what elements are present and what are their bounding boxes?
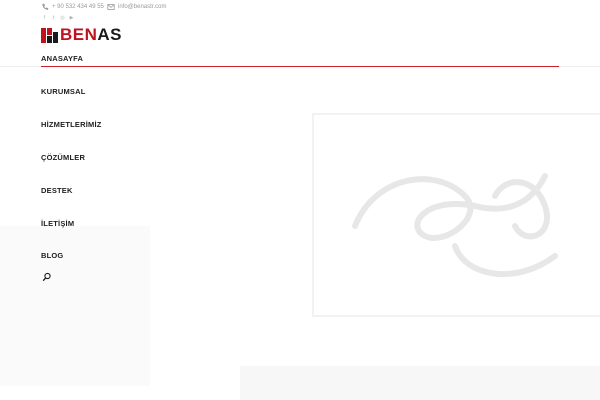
mail-icon [107, 4, 115, 10]
hero-background [0, 66, 600, 400]
contact-phone[interactable]: + 90 532 434 49 55 [41, 3, 104, 11]
nav-item-blog[interactable]: BLOG [41, 251, 63, 260]
hero-left-panel [0, 226, 150, 386]
top-bar: + 90 532 434 49 55 info@benastr.com f t … [0, 0, 600, 28]
nav-item-hizmetlerimiz[interactable]: HİZMETLERİMİZ [41, 120, 102, 129]
instagram-icon[interactable]: ◎ [59, 15, 66, 22]
twitter-icon[interactable]: t [50, 15, 57, 22]
site-logo[interactable]: BENAS [41, 25, 123, 44]
logo-mark [41, 27, 58, 43]
phone-icon [42, 3, 49, 10]
facebook-icon[interactable]: f [41, 15, 48, 22]
social-links: f t ◎ ▶ [41, 15, 75, 22]
hero-illustration [352, 173, 558, 278]
nav-item-iletisim[interactable]: İLETİŞİM [41, 219, 74, 228]
nav-item-kurumsal[interactable]: KURUMSAL [41, 87, 86, 96]
contact-email[interactable]: info@benastr.com [107, 3, 166, 11]
email-address: info@benastr.com [118, 4, 167, 10]
phone-number: + 90 532 434 49 55 [52, 4, 104, 10]
nav-item-destek[interactable]: DESTEK [41, 186, 73, 195]
nav-item-anasayfa[interactable]: ANASAYFA [41, 54, 562, 67]
hero-bottom-strip [240, 366, 600, 400]
nav-item-cozumler[interactable]: ÇÖZÜMLER [41, 153, 85, 162]
youtube-icon[interactable]: ▶ [68, 15, 75, 22]
logo-wordmark: BENAS [60, 25, 123, 44]
search-icon[interactable] [42, 272, 52, 282]
